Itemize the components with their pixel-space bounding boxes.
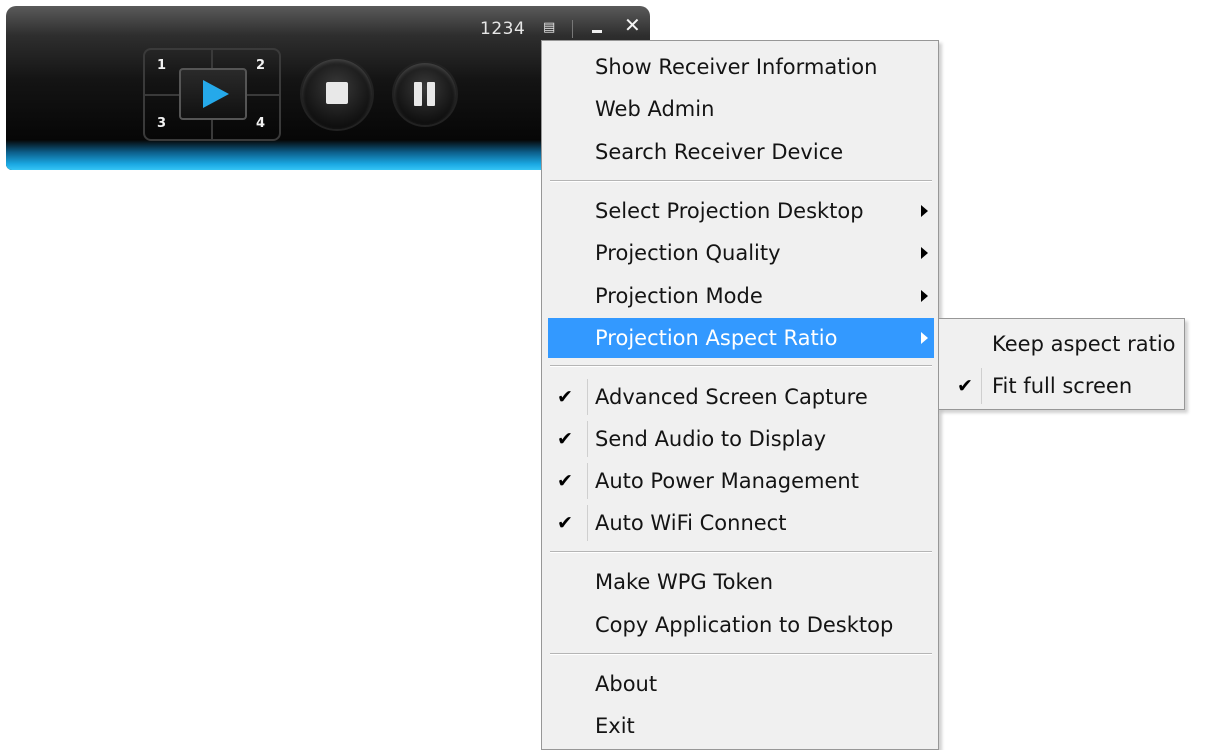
check-icon: ✔: [557, 512, 573, 534]
menu-item-label: Auto WiFi Connect: [595, 511, 787, 535]
menu-item-label: Projection Mode: [595, 284, 763, 308]
menu-separator: [550, 551, 932, 553]
quadrant-3-button[interactable]: 3: [157, 116, 166, 131]
check-icon: ✔: [557, 428, 573, 450]
menu-item-web-admin[interactable]: Web Admin: [548, 89, 934, 129]
menu-item-search-receiver-device[interactable]: Search Receiver Device: [548, 132, 934, 172]
menu-item-about[interactable]: About: [548, 664, 934, 704]
check-icon: ✔: [957, 375, 973, 397]
menu-item-select-projection-desktop[interactable]: Select Projection Desktop: [548, 191, 934, 231]
menu-item-projection-quality[interactable]: Projection Quality: [548, 233, 934, 273]
submenu-arrow-icon: [921, 247, 928, 259]
submenu-item-fit-full-screen[interactable]: ✔ Fit full screen: [943, 366, 1180, 406]
stop-button[interactable]: [302, 59, 372, 129]
menu-separator: [550, 653, 932, 655]
submenu-arrow-icon: [921, 290, 928, 302]
submenu-item-keep-aspect-ratio[interactable]: Keep aspect ratio: [943, 324, 1180, 364]
menu-separator: [550, 180, 932, 182]
menu-item-label: About: [595, 672, 658, 696]
menu-separator: [550, 365, 932, 367]
quadrant-2-button[interactable]: 2: [256, 58, 265, 73]
menu-item-label: Projection Aspect Ratio: [595, 326, 838, 350]
aspect-ratio-submenu: Keep aspect ratio ✔ Fit full screen: [938, 318, 1185, 410]
menu-item-label: Projection Quality: [595, 241, 781, 265]
menu-item-make-wpg-token[interactable]: Make WPG Token: [548, 562, 934, 602]
menu-item-label: Make WPG Token: [595, 570, 774, 594]
menu-item-label: Copy Application to Desktop: [595, 613, 894, 637]
play-button[interactable]: [179, 68, 247, 120]
pause-button[interactable]: [394, 63, 456, 125]
menu-item-send-audio-to-display[interactable]: ✔ Send Audio to Display: [548, 419, 934, 459]
title-separator: [572, 20, 573, 38]
menu-item-advanced-screen-capture[interactable]: ✔ Advanced Screen Capture: [548, 377, 934, 417]
menu-item-exit[interactable]: Exit: [548, 706, 934, 746]
menu-item-label: Show Receiver Information: [595, 55, 878, 79]
stop-icon: [326, 82, 348, 104]
quadrant-4-button[interactable]: 4: [256, 116, 265, 131]
menu-item-show-receiver-information[interactable]: Show Receiver Information: [548, 47, 934, 87]
menu-item-label: Exit: [595, 714, 635, 738]
minimize-icon[interactable]: [592, 30, 602, 33]
pause-icon-bar-left: [414, 82, 422, 106]
menu-item-auto-power-management[interactable]: ✔ Auto Power Management: [548, 461, 934, 501]
submenu-item-label: Keep aspect ratio: [992, 332, 1176, 356]
menu-item-projection-aspect-ratio[interactable]: Projection Aspect Ratio: [548, 318, 934, 358]
submenu-arrow-icon: [921, 332, 928, 344]
submenu-arrow-icon: [921, 205, 928, 217]
menu-item-label: Search Receiver Device: [595, 140, 844, 164]
menu-item-label: Advanced Screen Capture: [595, 385, 868, 409]
list-icon[interactable]: ▤: [543, 21, 555, 35]
connection-code: 1234: [480, 19, 526, 39]
submenu-item-label: Fit full screen: [992, 374, 1133, 398]
menu-item-label: Web Admin: [595, 97, 715, 121]
check-icon: ✔: [557, 470, 573, 492]
menu-item-copy-application-to-desktop[interactable]: Copy Application to Desktop: [548, 605, 934, 645]
split-screen-selector: 1 2 3 4: [143, 48, 281, 141]
pause-icon-bar-right: [427, 82, 435, 106]
menu-item-label: Send Audio to Display: [595, 427, 827, 451]
context-menu: Show Receiver Information Web Admin Sear…: [541, 40, 939, 750]
menu-item-auto-wifi-connect[interactable]: ✔ Auto WiFi Connect: [548, 503, 934, 543]
check-icon: ✔: [557, 386, 573, 408]
menu-item-label: Auto Power Management: [595, 469, 859, 493]
menu-item-projection-mode[interactable]: Projection Mode: [548, 276, 934, 316]
play-icon: [203, 80, 229, 108]
close-icon[interactable]: ✕: [624, 15, 641, 35]
menu-item-label: Select Projection Desktop: [595, 199, 864, 223]
quadrant-1-button[interactable]: 1: [157, 58, 166, 73]
